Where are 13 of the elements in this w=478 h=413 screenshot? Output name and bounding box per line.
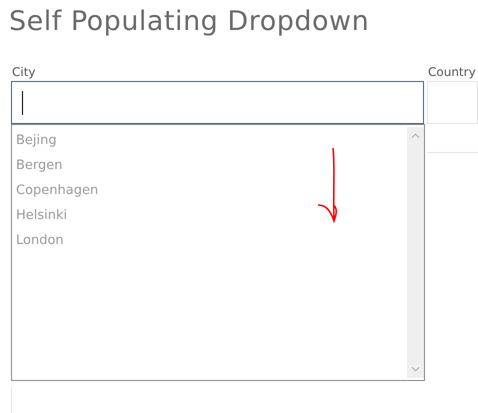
dropdown-option[interactable]: Helsinki xyxy=(12,203,407,228)
dropdown-option[interactable]: Copenhagen xyxy=(12,178,407,203)
field-label: City xyxy=(11,64,37,81)
dropdown-option[interactable]: London xyxy=(12,228,407,253)
text-cursor xyxy=(22,90,23,114)
page-title: Self Populating Dropdown xyxy=(8,5,370,39)
scroll-down-icon[interactable] xyxy=(411,366,420,372)
input-field[interactable] xyxy=(11,81,424,124)
scrollbar[interactable] xyxy=(407,127,424,378)
field-label: Country xyxy=(427,64,477,81)
dropdown-option[interactable]: Bejing xyxy=(12,128,407,153)
dropdown-option[interactable]: Bergen xyxy=(12,153,407,178)
scroll-up-icon[interactable] xyxy=(411,133,420,139)
